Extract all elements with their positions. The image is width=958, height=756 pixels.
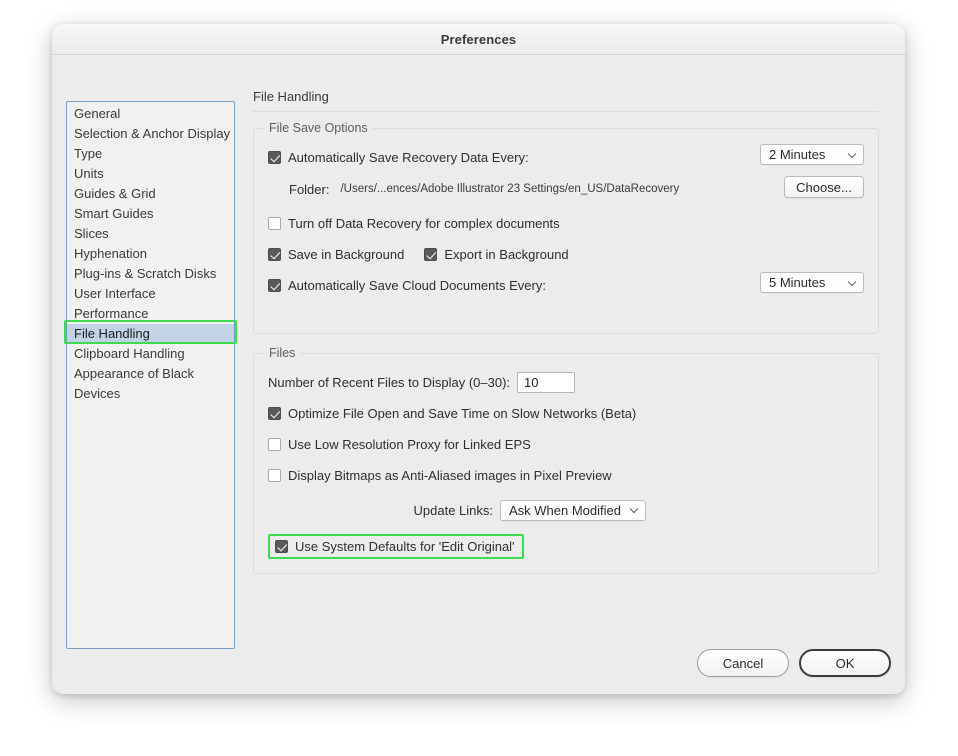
turn-off-recovery-checkbox[interactable] bbox=[268, 216, 281, 230]
sidebar-item-smart-guides[interactable]: Smart Guides bbox=[67, 204, 234, 224]
settings-pane: File Handling File Save Options Automati… bbox=[253, 89, 879, 593]
recent-files-value: 10 bbox=[524, 374, 539, 390]
ok-button[interactable]: OK bbox=[799, 649, 891, 677]
auto-save-recovery-row: Automatically Save Recovery Data Every: … bbox=[268, 144, 864, 168]
sidebar-item-devices[interactable]: Devices bbox=[67, 384, 234, 404]
sidebar-item-units[interactable]: Units bbox=[67, 164, 234, 184]
turn-off-recovery-row: Turn off Data Recovery for complex docum… bbox=[268, 212, 864, 234]
file-save-options-legend: File Save Options bbox=[264, 121, 373, 135]
sidebar-item-appearance-of-black[interactable]: Appearance of Black bbox=[67, 364, 234, 384]
auto-save-cloud-label: Automatically Save Cloud Documents Every… bbox=[288, 277, 546, 293]
ok-button-label: OK bbox=[835, 655, 855, 671]
auto-save-cloud-row: Automatically Save Cloud Documents Every… bbox=[268, 272, 864, 296]
recovery-interval-select[interactable]: 2 Minutes bbox=[760, 144, 864, 165]
recovery-folder-label: Folder: bbox=[289, 181, 330, 197]
sidebar-item-label: Guides & Grid bbox=[74, 186, 156, 201]
recovery-folder-path: /Users/...ences/Adobe Illustrator 23 Set… bbox=[340, 183, 680, 195]
sidebar-item-label: Plug-ins & Scratch Disks bbox=[74, 266, 217, 281]
sidebar-list[interactable]: General Selection & Anchor Display Type … bbox=[66, 101, 235, 649]
dialog-titlebar: Preferences bbox=[52, 24, 905, 55]
update-links-label: Update Links: bbox=[413, 502, 494, 518]
files-legend: Files bbox=[264, 346, 301, 360]
sidebar-item-clipboard-handling[interactable]: Clipboard Handling bbox=[67, 344, 234, 364]
sidebar-item-file-handling[interactable]: File Handling bbox=[67, 324, 234, 344]
export-in-background-label: Export in Background bbox=[444, 246, 569, 262]
auto-save-recovery-checkbox[interactable] bbox=[268, 150, 281, 164]
recent-files-label: Number of Recent Files to Display (0–30)… bbox=[268, 374, 511, 390]
save-in-background-label: Save in Background bbox=[288, 246, 405, 262]
sidebar-item-label: Clipboard Handling bbox=[74, 346, 185, 361]
sidebar-item-guides-grid[interactable]: Guides & Grid bbox=[67, 184, 234, 204]
screen: Preferences General Selection & Anchor D… bbox=[0, 0, 958, 756]
export-in-background-checkbox[interactable] bbox=[424, 247, 438, 261]
cloud-interval-value: 5 Minutes bbox=[769, 275, 826, 290]
low-res-proxy-checkbox[interactable] bbox=[268, 437, 281, 451]
choose-folder-button[interactable]: Choose... bbox=[784, 176, 864, 198]
files-group: Files Number of Recent Files to Display … bbox=[253, 346, 879, 574]
recovery-folder-row: Folder: /Users/...ences/Adobe Illustrato… bbox=[268, 176, 864, 201]
background-options-row: Save in Background Export in Background bbox=[268, 243, 864, 265]
chevron-down-icon bbox=[849, 279, 856, 286]
edit-original-row: Use System Defaults for 'Edit Original' bbox=[268, 534, 864, 559]
edit-original-highlight-ring: Use System Defaults for 'Edit Original' bbox=[268, 534, 524, 559]
sidebar-item-label: Performance bbox=[74, 306, 149, 321]
recovery-interval-value: 2 Minutes bbox=[769, 147, 826, 162]
save-in-background-checkbox[interactable] bbox=[268, 247, 281, 261]
auto-save-recovery-label: Automatically Save Recovery Data Every: bbox=[288, 149, 529, 165]
cancel-button[interactable]: Cancel bbox=[697, 649, 789, 677]
file-save-options-group: File Save Options Automatically Save Rec… bbox=[253, 121, 879, 334]
edit-original-checkbox[interactable] bbox=[275, 540, 288, 553]
auto-save-cloud-checkbox[interactable] bbox=[268, 278, 281, 292]
sidebar-item-general[interactable]: General bbox=[67, 104, 234, 124]
sidebar-item-performance[interactable]: Performance bbox=[67, 304, 234, 324]
edit-original-label: Use System Defaults for 'Edit Original' bbox=[295, 539, 515, 554]
page-title: File Handling bbox=[253, 89, 879, 112]
optimize-file-open-checkbox[interactable] bbox=[268, 406, 281, 420]
sidebar-item-slices[interactable]: Slices bbox=[67, 224, 234, 244]
display-bitmaps-checkbox[interactable] bbox=[268, 468, 281, 482]
recent-files-row: Number of Recent Files to Display (0–30)… bbox=[268, 371, 864, 393]
low-res-proxy-label: Use Low Resolution Proxy for Linked EPS bbox=[288, 436, 531, 452]
update-links-row: Update Links: Ask When Modified bbox=[268, 499, 864, 521]
preferences-dialog: Preferences General Selection & Anchor D… bbox=[52, 24, 905, 694]
sidebar-item-label: Appearance of Black bbox=[74, 366, 194, 381]
sidebar-item-type[interactable]: Type bbox=[67, 144, 234, 164]
sidebar-item-label: User Interface bbox=[74, 286, 156, 301]
recent-files-input[interactable]: 10 bbox=[517, 371, 576, 393]
chevron-down-icon bbox=[631, 506, 638, 513]
dialog-body: General Selection & Anchor Display Type … bbox=[52, 55, 905, 694]
sidebar-item-label: File Handling bbox=[74, 326, 150, 341]
sidebar-item-selection-anchor-display[interactable]: Selection & Anchor Display bbox=[67, 124, 234, 144]
display-bitmaps-row: Display Bitmaps as Anti-Aliased images i… bbox=[268, 464, 864, 486]
group-bottom-spacer bbox=[268, 305, 864, 319]
dialog-title: Preferences bbox=[440, 31, 517, 47]
sidebar-item-label: Smart Guides bbox=[74, 206, 154, 221]
display-bitmaps-label: Display Bitmaps as Anti-Aliased images i… bbox=[288, 467, 612, 483]
sidebar: General Selection & Anchor Display Type … bbox=[64, 101, 237, 649]
turn-off-recovery-label: Turn off Data Recovery for complex docum… bbox=[288, 215, 560, 231]
optimize-file-open-label: Optimize File Open and Save Time on Slow… bbox=[288, 405, 637, 421]
sidebar-item-label: Units bbox=[74, 166, 104, 181]
optimize-file-open-row: Optimize File Open and Save Time on Slow… bbox=[268, 402, 864, 424]
sidebar-item-label: Selection & Anchor Display bbox=[74, 126, 231, 141]
cancel-button-label: Cancel bbox=[722, 655, 764, 671]
sidebar-item-label: Hyphenation bbox=[74, 246, 147, 261]
low-res-proxy-row: Use Low Resolution Proxy for Linked EPS bbox=[268, 433, 864, 455]
cloud-interval-select[interactable]: 5 Minutes bbox=[760, 272, 864, 293]
sidebar-item-label: Devices bbox=[74, 386, 121, 401]
sidebar-item-label: Type bbox=[74, 146, 103, 161]
dialog-footer: Cancel OK bbox=[697, 649, 891, 677]
sidebar-item-plugins-scratch-disks[interactable]: Plug-ins & Scratch Disks bbox=[67, 264, 234, 284]
sidebar-item-label: Slices bbox=[74, 226, 109, 241]
update-links-select[interactable]: Ask When Modified bbox=[500, 499, 646, 521]
chevron-down-icon bbox=[849, 151, 856, 158]
sidebar-item-label: General bbox=[74, 106, 121, 121]
update-links-value: Ask When Modified bbox=[509, 502, 621, 518]
sidebar-item-user-interface[interactable]: User Interface bbox=[67, 284, 234, 304]
sidebar-item-hyphenation[interactable]: Hyphenation bbox=[67, 244, 234, 264]
choose-folder-label: Choose... bbox=[796, 179, 852, 195]
